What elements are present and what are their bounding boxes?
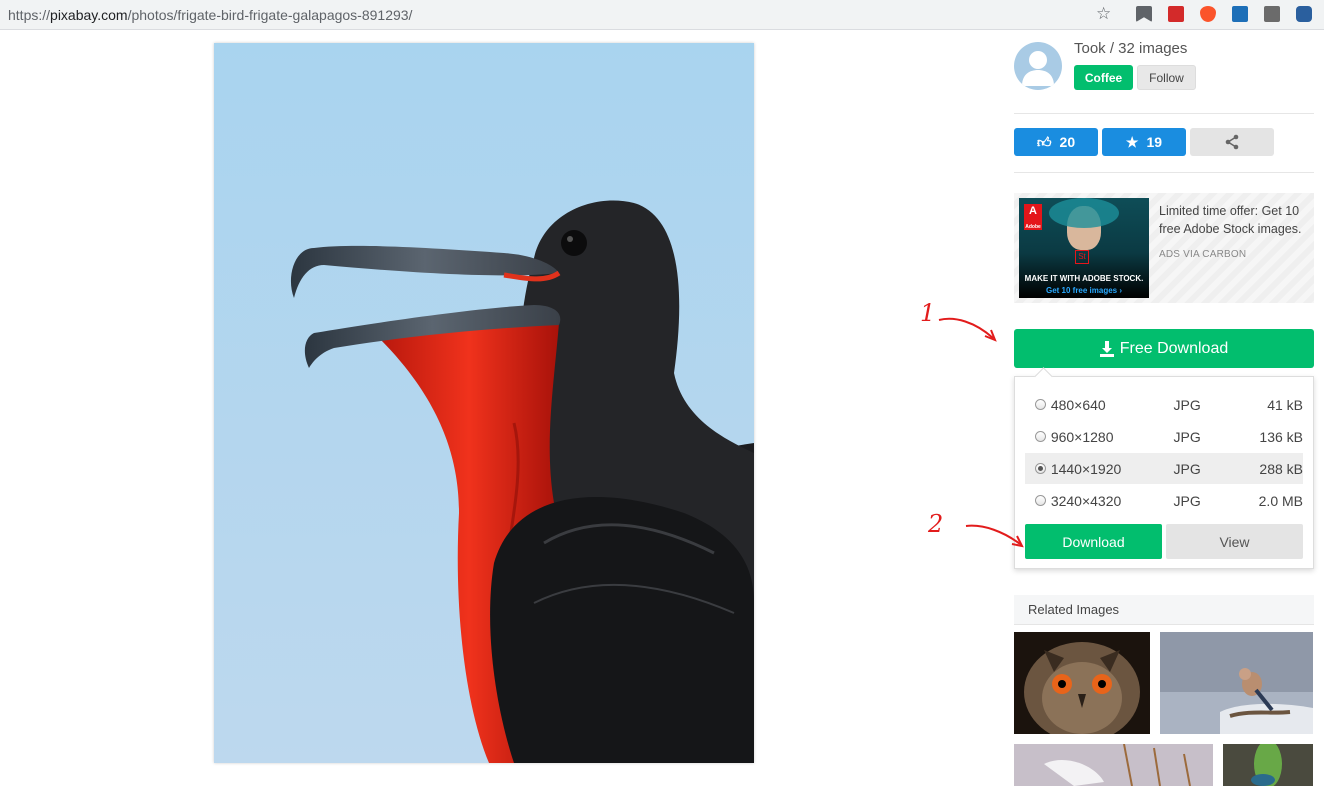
like-count: 20 [1059, 134, 1076, 150]
owl-thumbnail [1014, 632, 1150, 734]
related-image-jay[interactable] [1160, 632, 1313, 734]
like-button[interactable]: 👍︎ 20 [1014, 128, 1098, 156]
view-button[interactable]: View [1166, 524, 1303, 559]
download-icon [1099, 340, 1114, 357]
radio-button-selected[interactable] [1035, 463, 1046, 474]
size-format: JPG [1173, 460, 1201, 477]
tools-extension-icon[interactable] [1264, 6, 1280, 22]
size-dimensions: 1440×1920 [1050, 460, 1122, 477]
screen-capture-extension-icon[interactable] [1232, 6, 1248, 22]
radio-button[interactable] [1035, 431, 1046, 442]
url-field[interactable]: https://pixabay.com/photos/frigate-bird-… [8, 7, 412, 23]
ad-image[interactable]: A Adobe St MAKE IT WITH ADOBE STOCK. Get … [1019, 198, 1149, 298]
annotation-arrow-1 [938, 317, 997, 342]
coffee-button[interactable]: Coffee [1074, 65, 1133, 90]
size-dimensions: 960×1280 [1050, 428, 1114, 445]
frigate-bird-image [214, 43, 754, 763]
size-dimensions: 480×640 [1050, 396, 1106, 413]
favorite-button[interactable]: ★ 19 [1102, 128, 1186, 156]
star-icon: ★ [1125, 133, 1139, 150]
download-button[interactable]: Download [1025, 524, 1162, 559]
annotation-number-2: 2 [928, 510, 944, 538]
size-format: JPG [1173, 492, 1201, 509]
size-option-3240[interactable]: 3240×4320 JPG 2.0 MB [1025, 485, 1303, 516]
size-format: JPG [1173, 428, 1201, 445]
size-filesize: 136 kB [1259, 428, 1303, 445]
carbon-ad[interactable]: A Adobe St MAKE IT WITH ADOBE STOCK. Get … [1014, 193, 1314, 303]
share-icon [1225, 134, 1239, 150]
main-photo[interactable] [214, 43, 754, 763]
related-image-bird-flight[interactable] [1014, 744, 1213, 786]
adobe-logo: A Adobe [1024, 204, 1042, 230]
jay-bird-thumbnail [1160, 632, 1313, 734]
related-images-heading: Related Images [1014, 595, 1314, 625]
pocket-extension-icon[interactable] [1296, 6, 1312, 22]
ad-text[interactable]: Limited time offer: Get 10 free Adobe St… [1159, 202, 1311, 238]
author-avatar[interactable] [1014, 42, 1062, 90]
ad-tagline: MAKE IT WITH ADOBE STOCK. [1024, 274, 1144, 283]
size-option-960[interactable]: 960×1280 JPG 136 kB [1025, 421, 1303, 452]
favorite-count: 19 [1146, 134, 1163, 150]
radio-button[interactable] [1035, 399, 1046, 410]
size-filesize: 41 kB [1267, 396, 1303, 413]
user-silhouette-icon [1022, 51, 1054, 86]
annotation-arrow-2 [965, 524, 1024, 548]
ad-via[interactable]: ADS VIA CARBON [1159, 249, 1246, 260]
lastpass-extension-icon[interactable] [1168, 6, 1184, 22]
bird-flight-thumbnail [1014, 744, 1213, 786]
size-format: JPG [1173, 396, 1201, 413]
related-image-hummingbird[interactable] [1223, 744, 1313, 786]
model-hair [1049, 198, 1119, 228]
browser-address-bar: https://pixabay.com/photos/frigate-bird-… [0, 0, 1324, 30]
divider [1014, 113, 1314, 114]
related-image-owl[interactable] [1014, 632, 1150, 734]
brave-shield-extension-icon[interactable] [1200, 6, 1216, 22]
free-download-label: Free Download [1119, 339, 1229, 357]
ad-image-link: Get 10 free images › [1045, 286, 1123, 295]
hummingbird-thumbnail [1223, 744, 1313, 786]
download-size-panel: 480×640 JPG 41 kB 960×1280 JPG 136 kB 14… [1014, 376, 1314, 569]
size-option-1440[interactable]: 1440×1920 JPG 288 kB [1025, 453, 1303, 484]
bookmark-manager-extension-icon[interactable] [1136, 6, 1152, 22]
size-filesize: 288 kB [1259, 460, 1303, 477]
url-host: pixabay.com [50, 7, 128, 23]
annotation-number-1: 1 [920, 299, 936, 327]
size-option-480[interactable]: 480×640 JPG 41 kB [1025, 389, 1303, 420]
follow-button[interactable]: Follow [1137, 65, 1196, 90]
size-dimensions: 3240×4320 [1050, 492, 1122, 509]
url-path: /photos/frigate-bird-frigate-galapagos-8… [127, 7, 413, 23]
thumbs-up-icon: 👍︎ [1036, 133, 1052, 150]
free-download-button[interactable]: Free Download [1014, 329, 1314, 368]
url-prefix: https:// [8, 7, 51, 23]
size-filesize: 2.0 MB [1258, 492, 1303, 509]
share-button[interactable] [1190, 128, 1274, 156]
bookmark-star-icon[interactable]: ☆ [1096, 4, 1111, 24]
author-name[interactable]: Took / 32 images [1074, 40, 1187, 57]
radio-button[interactable] [1035, 495, 1046, 506]
stock-logo: St [1075, 250, 1089, 264]
divider [1014, 172, 1314, 173]
